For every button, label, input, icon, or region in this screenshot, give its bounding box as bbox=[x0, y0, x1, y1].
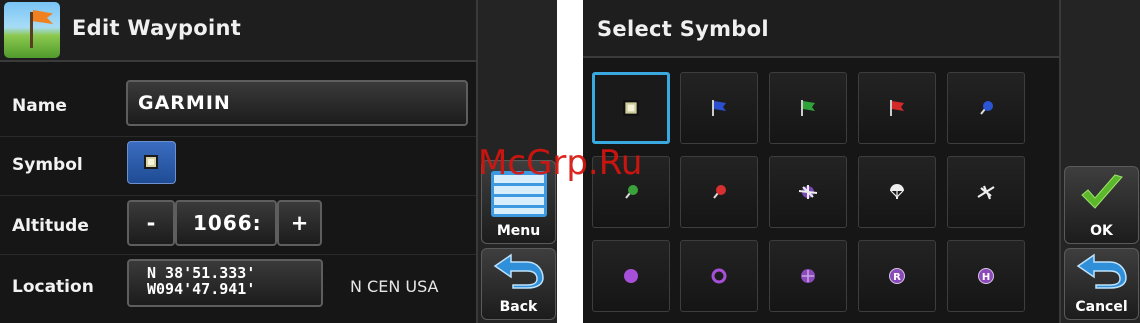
green-pin-icon bbox=[625, 185, 638, 199]
symbol-option-purple-cross-circle[interactable] bbox=[769, 240, 847, 312]
location-field[interactable]: N 38'51.333' W094'47.941' bbox=[127, 259, 323, 307]
name-field[interactable]: GARMIN bbox=[126, 80, 468, 126]
purple-dot-icon bbox=[624, 269, 638, 283]
watermark: McGrp.Ru bbox=[478, 143, 643, 183]
altitude-decrement-button[interactable]: - bbox=[127, 200, 175, 246]
symbol-option-blue-flag[interactable] bbox=[680, 72, 758, 144]
symbol-option-square-waypoint[interactable] bbox=[592, 72, 670, 144]
edit-waypoint-screen: Edit Waypoint Name GARMIN Symbol Altitud… bbox=[0, 0, 557, 323]
blue-pin-icon bbox=[980, 101, 993, 115]
row-divider bbox=[0, 195, 476, 196]
name-value: GARMIN bbox=[138, 92, 231, 114]
back-button-label: Back bbox=[499, 299, 538, 315]
row-divider bbox=[0, 136, 476, 137]
symbol-button[interactable] bbox=[127, 141, 176, 184]
checkmark-icon bbox=[1081, 174, 1123, 209]
green-flag-icon bbox=[801, 100, 815, 116]
purple-ring-icon bbox=[711, 268, 727, 284]
symbol-option-airport[interactable] bbox=[947, 156, 1025, 228]
select-symbol-titlebar: Select Symbol bbox=[583, 0, 1059, 58]
letter-r-circle-icon: R bbox=[889, 268, 905, 284]
waypoint-flag-icon bbox=[4, 2, 60, 58]
row-divider bbox=[0, 254, 476, 255]
blue-flag-icon bbox=[712, 100, 726, 116]
red-flag-icon bbox=[890, 100, 904, 116]
altitude-label: Altitude bbox=[12, 216, 89, 236]
altitude-value-field[interactable]: 1066: bbox=[175, 200, 277, 246]
square-waypoint-icon bbox=[144, 155, 158, 169]
symbol-option-parachute[interactable] bbox=[858, 156, 936, 228]
altitude-increment-button[interactable]: + bbox=[277, 200, 322, 246]
symbol-option-purple-dot[interactable] bbox=[592, 240, 670, 312]
airplane-crash-icon bbox=[798, 185, 818, 199]
location-latitude: N 38'51.333' bbox=[147, 264, 256, 282]
parachute-icon bbox=[890, 184, 904, 199]
altitude-value: 1066: bbox=[193, 211, 262, 235]
name-label: Name bbox=[12, 96, 67, 116]
symbol-option-blue-pin[interactable] bbox=[947, 72, 1025, 144]
airport-icon bbox=[977, 185, 995, 200]
back-arrow-icon bbox=[493, 253, 544, 289]
red-pin-icon bbox=[713, 185, 726, 199]
select-symbol-screen: Select Symbol R H OK Cancel bbox=[583, 0, 1140, 323]
location-region: N CEN USA bbox=[350, 277, 439, 296]
symbol-option-red-flag[interactable] bbox=[858, 72, 936, 144]
letter-h-circle-icon: H bbox=[978, 268, 994, 284]
select-symbol-side-panel: OK Cancel bbox=[1059, 0, 1140, 323]
symbol-option-letter-h-circle[interactable]: H bbox=[947, 240, 1025, 312]
purple-cross-circle-icon bbox=[801, 269, 815, 283]
page-title: Edit Waypoint bbox=[72, 16, 242, 40]
symbol-option-green-flag[interactable] bbox=[769, 72, 847, 144]
page-title: Select Symbol bbox=[597, 17, 769, 41]
menu-button-label: Menu bbox=[496, 223, 541, 239]
back-button[interactable]: Back bbox=[481, 248, 556, 320]
symbol-option-purple-ring[interactable] bbox=[680, 240, 758, 312]
cancel-button[interactable]: Cancel bbox=[1064, 248, 1139, 320]
ok-button[interactable]: OK bbox=[1064, 166, 1139, 244]
ok-button-label: OK bbox=[1090, 223, 1113, 239]
symbol-label: Symbol bbox=[12, 155, 83, 175]
symbol-option-red-pin[interactable] bbox=[680, 156, 758, 228]
svg-text:R: R bbox=[893, 272, 901, 283]
symbol-option-airplane-crash[interactable] bbox=[769, 156, 847, 228]
square-waypoint-icon bbox=[623, 100, 639, 116]
svg-text:H: H bbox=[982, 272, 990, 283]
symbol-option-letter-r-circle[interactable]: R bbox=[858, 240, 936, 312]
edit-waypoint-titlebar: Edit Waypoint bbox=[0, 0, 476, 62]
location-label: Location bbox=[12, 277, 94, 297]
cancel-button-label: Cancel bbox=[1075, 299, 1128, 315]
back-arrow-icon bbox=[1076, 253, 1127, 289]
location-longitude: W094'47.941' bbox=[147, 280, 256, 298]
